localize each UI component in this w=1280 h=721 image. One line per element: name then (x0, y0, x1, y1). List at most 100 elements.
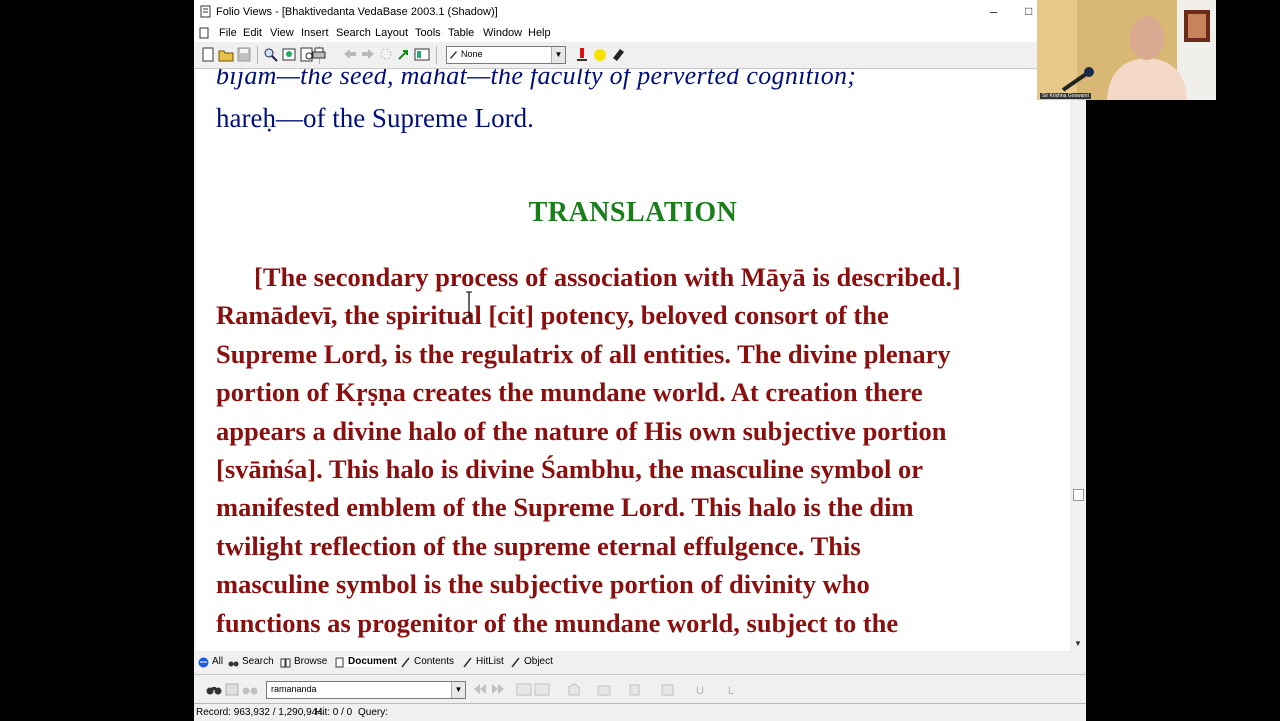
tab-search[interactable]: Search (228, 656, 274, 667)
minimize-button[interactable]: – (990, 4, 997, 19)
menu-window[interactable]: Window (483, 27, 522, 39)
query-history-icon[interactable] (566, 682, 582, 697)
translation-line: manifested emblem of the Supreme Lord. T… (216, 492, 914, 523)
document-icon[interactable] (199, 27, 210, 39)
find-icon[interactable] (263, 47, 279, 62)
webcam-overlay: Sir Krishna Goswami (1037, 0, 1216, 100)
menu-layout[interactable]: Layout (375, 27, 408, 39)
copy-icon[interactable] (628, 682, 644, 697)
presenter-caption: Sir Krishna Goswami (1040, 93, 1091, 99)
translation-line: functions as progenitor of the mundane w… (216, 607, 899, 638)
toolbar-separator (436, 46, 437, 64)
tab-object-label: Object (524, 656, 553, 667)
status-hit: Hit: 0 / 0 (315, 707, 353, 718)
synonym-line: bījam—the seed, mahat—the faculty of per… (216, 69, 857, 90)
document-pane[interactable]: bījam—the seed, mahat—the faculty of per… (196, 69, 1070, 651)
window-title: Folio Views - [Bhaktivedanta VedaBase 20… (216, 6, 498, 18)
translation-line: Ramādevī, the spiritual [cit] potency, b… (216, 300, 889, 331)
vertical-scrollbar[interactable]: ▼ (1070, 69, 1086, 651)
open-folder-icon[interactable] (218, 47, 234, 62)
synonym-line: hareḥ—of the Supreme Lord. (216, 103, 534, 133)
binoculars-advanced-icon[interactable] (242, 682, 258, 697)
tab-hitlist[interactable]: HitList (462, 656, 504, 668)
status-query: Query: (358, 707, 389, 718)
status-record: Record: 963,932 / 1,290,944 (196, 707, 323, 718)
highlighter-yellow-icon[interactable] (592, 47, 608, 62)
query-icon[interactable] (281, 47, 297, 62)
menu-edit[interactable]: Edit (243, 27, 262, 39)
menu-insert[interactable]: Insert (301, 27, 329, 39)
menu-tools[interactable]: Tools (415, 27, 441, 39)
tab-search-label: Search (242, 656, 274, 667)
query-combo-value: ramananda (271, 684, 317, 694)
ranking-icon[interactable] (596, 682, 612, 697)
binoculars-icon[interactable] (206, 682, 222, 697)
translation-line: Supreme Lord, is the regulatrix of all e… (216, 338, 951, 369)
tab-browse[interactable]: Browse (280, 656, 327, 668)
book-icon (280, 658, 291, 668)
translation-heading: TRANSLATION (528, 197, 738, 228)
tab-contents[interactable]: Contents (400, 656, 455, 668)
folio-views-window: Folio Views - [Bhaktivedanta VedaBase 20… (194, 0, 1086, 721)
jump-icon[interactable] (378, 47, 394, 62)
translation-line: [svāṁśa]. This halo is divine Śambhu, th… (216, 454, 924, 485)
back-arrow-icon[interactable] (342, 47, 358, 62)
brush-icon (450, 51, 457, 59)
print-icon[interactable] (311, 47, 327, 62)
menu-search[interactable]: Search (336, 27, 371, 39)
export-icon[interactable] (660, 682, 676, 697)
new-icon[interactable] (200, 47, 216, 62)
query-bar: ramananda ▼ U L (194, 674, 1086, 703)
folio-app-icon (200, 5, 211, 18)
underline-icon[interactable]: U (692, 682, 708, 697)
scroll-down-icon[interactable]: ▼ (1074, 639, 1082, 648)
toolbar-separator (257, 46, 258, 64)
translation-line: masculine symbol is the subjective porti… (216, 569, 870, 600)
chevron-down-icon[interactable]: ▼ (551, 47, 565, 63)
contents-icon (401, 657, 410, 668)
style-combo-value: None (461, 49, 483, 59)
menu-help[interactable]: Help (528, 27, 551, 39)
tab-document[interactable]: Document (334, 656, 397, 668)
status-bar: Record: 963,932 / 1,290,944 Hit: 0 / 0 Q… (194, 703, 1086, 721)
main-toolbar: None ▼ (194, 42, 1086, 69)
translation-paragraph: [The secondary process of association wi… (216, 258, 1046, 642)
view-tabs: All Search Browse Document Contents HitL… (194, 655, 1086, 670)
eraser-icon[interactable] (610, 47, 626, 62)
view-toggle-icon[interactable] (414, 47, 430, 62)
menu-file[interactable]: File (219, 27, 237, 39)
translation-line: [The secondary process of association wi… (254, 262, 961, 292)
object-icon (511, 657, 520, 668)
maximize-button[interactable]: □ (1025, 4, 1032, 18)
chevron-down-icon[interactable]: ▼ (451, 682, 465, 698)
menu-table[interactable]: Table (448, 27, 474, 39)
translation-line: appears a divine halo of the nature of H… (216, 415, 947, 446)
tab-all-label: All (212, 656, 224, 667)
translation-line: portion of Kṛṣṇa creates the mundane wor… (216, 377, 923, 408)
text-cursor-icon (466, 291, 472, 317)
svg-text:L: L (728, 685, 734, 697)
menu-bar: File Edit View Insert Search Layout Tool… (194, 24, 1086, 42)
query-combo[interactable]: ramananda ▼ (266, 681, 466, 699)
query-template-icon[interactable] (224, 682, 240, 697)
tab-contents-label: Contents (414, 656, 455, 667)
highlighter-red-icon[interactable] (574, 47, 590, 62)
tab-object[interactable]: Object (510, 656, 553, 668)
link-arrow-icon[interactable] (396, 47, 412, 62)
level-icon[interactable]: L (724, 682, 740, 697)
last-hit-icon[interactable] (490, 682, 506, 697)
first-hit-icon[interactable] (472, 682, 488, 697)
forward-arrow-icon[interactable] (360, 47, 376, 62)
style-combo[interactable]: None ▼ (446, 46, 566, 64)
tab-all[interactable]: All (198, 656, 224, 668)
prev-document-icon[interactable] (516, 682, 532, 697)
title-bar: Folio Views - [Bhaktivedanta VedaBase 20… (194, 0, 1086, 24)
next-document-icon[interactable] (534, 682, 550, 697)
svg-text:U: U (696, 685, 704, 697)
save-icon[interactable] (236, 47, 252, 62)
menu-view[interactable]: View (270, 27, 294, 39)
hitlist-icon (463, 657, 472, 668)
document-icon (335, 657, 344, 668)
scroll-thumb[interactable] (1073, 489, 1084, 501)
binoculars-icon (228, 661, 239, 667)
